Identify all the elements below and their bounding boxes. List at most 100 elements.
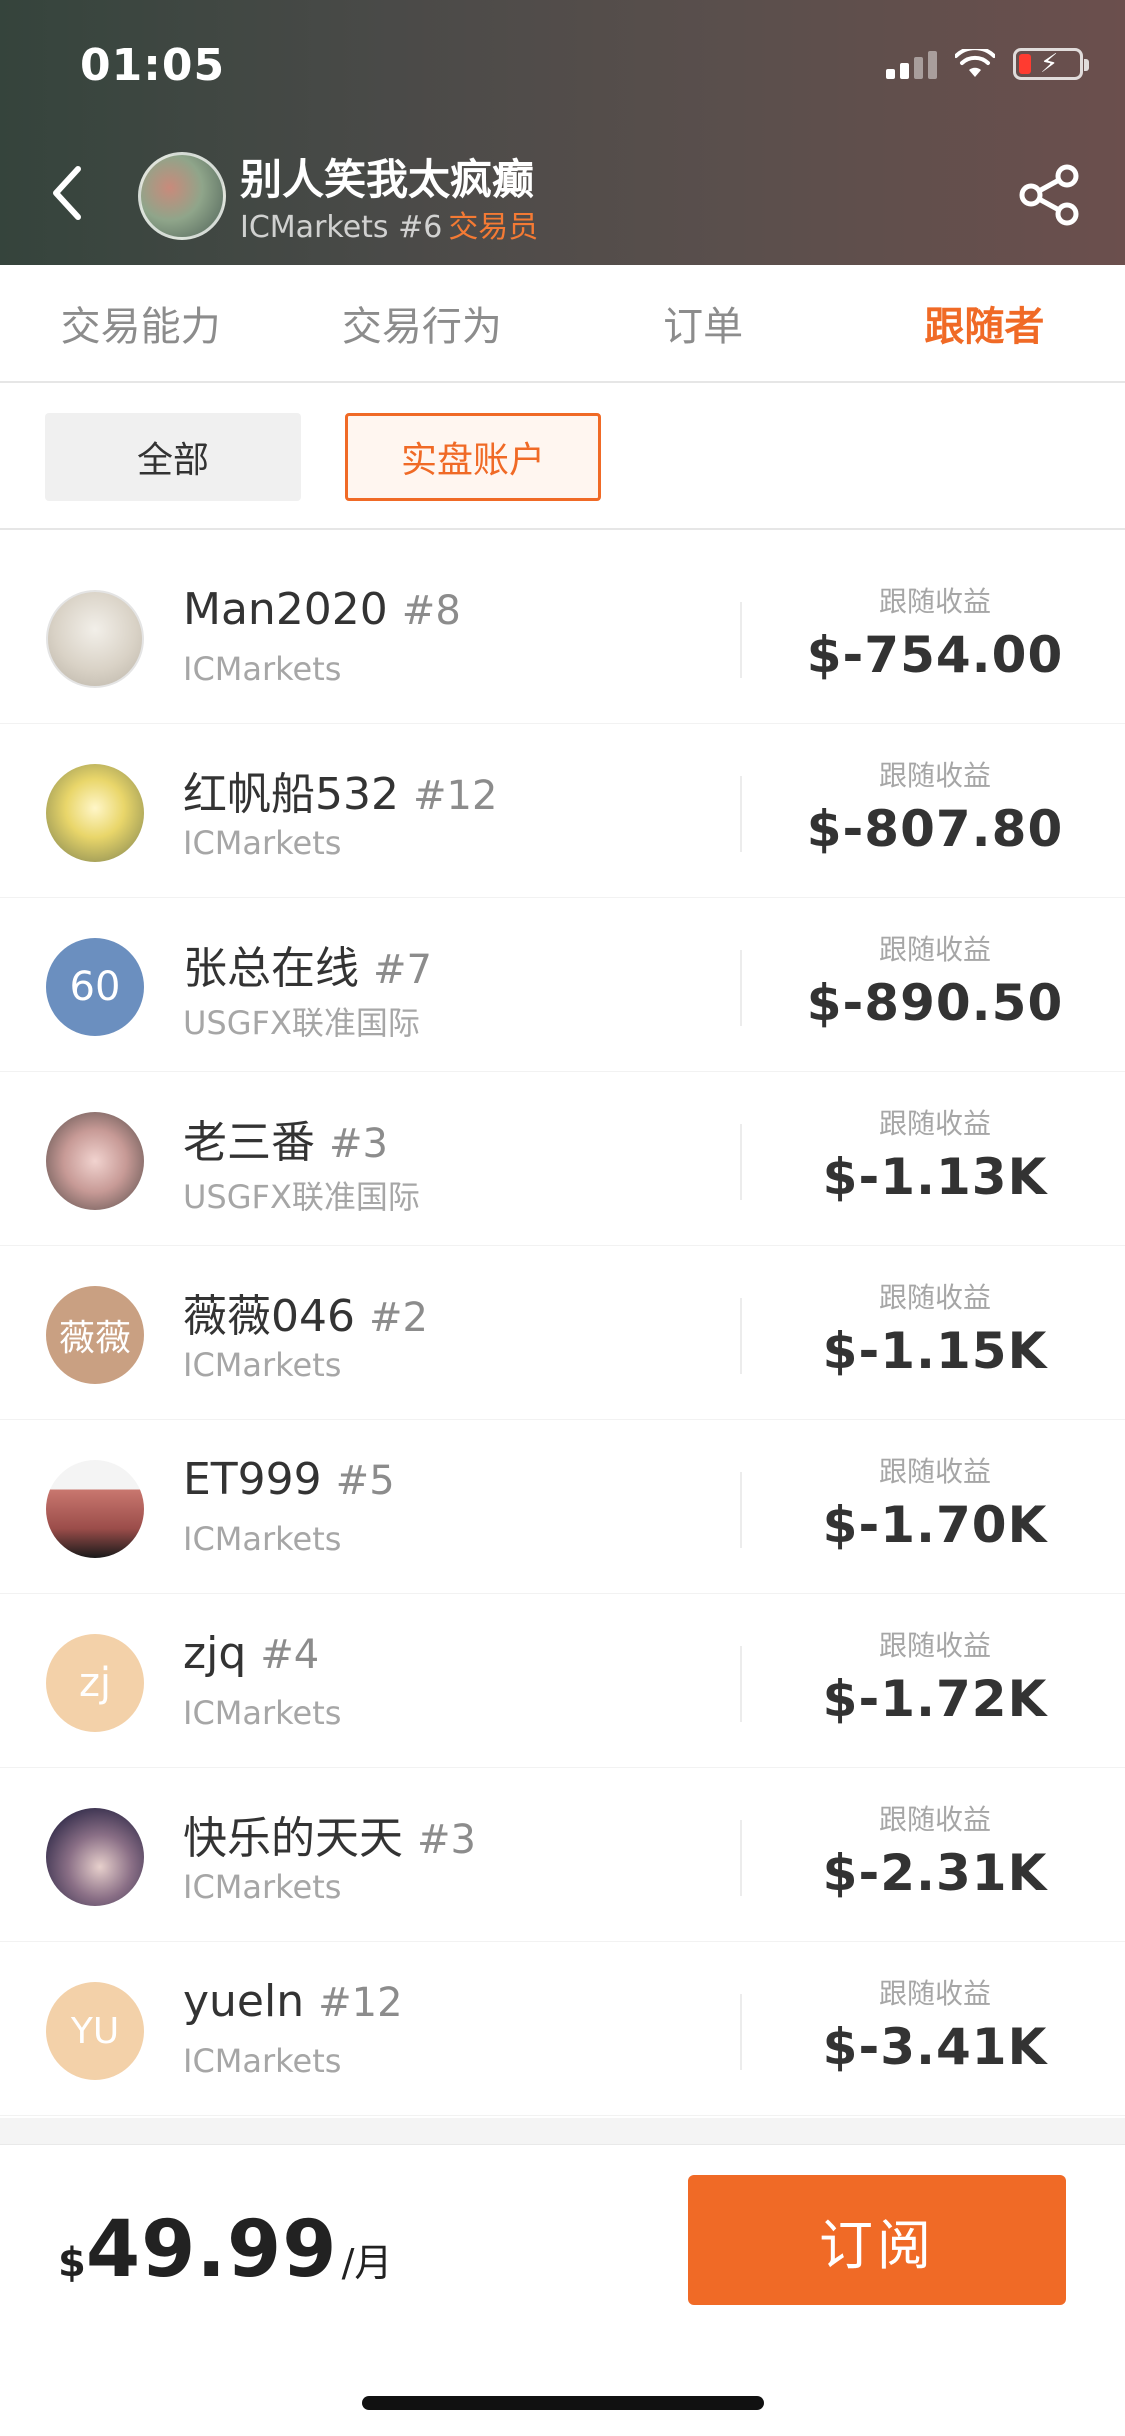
earn-label: 跟随收益 — [878, 1107, 991, 1140]
divider — [740, 1820, 742, 1896]
follower-name: zjq — [183, 1628, 247, 1679]
avatar — [46, 1460, 144, 1558]
avatar — [46, 590, 144, 688]
trader-broker-rank: ICMarkets #6 — [240, 210, 443, 245]
follower-broker: USGFX联准国际 — [183, 1004, 420, 1042]
back-button[interactable] — [36, 158, 96, 228]
earn-value: $-1.13K — [822, 1148, 1048, 1206]
trader-avatar[interactable] — [138, 152, 226, 240]
earn-value: $-807.80 — [806, 800, 1064, 858]
avatar — [46, 1112, 144, 1210]
list-item[interactable]: 红帆船532 #12 ICMarkets 跟随收益 $-807.80 — [0, 724, 1125, 898]
follower-name: 张总在线 — [183, 943, 359, 994]
list-item[interactable]: Man2020 #8 ICMarkets 跟随收益 $-754.00 — [0, 550, 1125, 724]
tab-orders[interactable]: 订单 — [563, 265, 844, 381]
earn-value: $-1.15K — [822, 1322, 1048, 1380]
divider — [740, 602, 742, 678]
follower-broker: USGFX联准国际 — [183, 1178, 420, 1216]
follower-broker: ICMarkets — [183, 2042, 342, 2080]
follower-broker: ICMarkets — [183, 1346, 342, 1384]
follower-rank: #5 — [335, 1458, 395, 1504]
tab-followers[interactable]: 跟随者 — [844, 265, 1125, 381]
follower-rank: #8 — [401, 588, 461, 634]
divider — [740, 1646, 742, 1722]
divider — [740, 1994, 742, 2070]
follower-broker: ICMarkets — [183, 824, 342, 862]
subscribe-button[interactable]: 订阅 — [688, 2175, 1066, 2305]
follower-rank: #7 — [373, 947, 432, 993]
earn-value: $-3.41K — [822, 2018, 1048, 2076]
earn-value: $-754.00 — [806, 626, 1064, 684]
avatar: zj — [46, 1634, 144, 1732]
subscription-price: $ 49.99 /月 — [58, 2205, 392, 2295]
follower-rank: #3 — [417, 1817, 476, 1863]
list-item[interactable]: 薇薇 薇薇046 #2 ICMarkets 跟随收益 $-1.15K — [0, 1246, 1125, 1420]
share-button[interactable] — [1015, 160, 1085, 230]
nav-row: 别人笑我太疯癫 ICMarkets #6 交易员 — [0, 140, 1125, 250]
tab-trading-ability[interactable]: 交易能力 — [0, 265, 281, 381]
status-bar: 01:05 ⚡ — [0, 0, 1125, 130]
follower-name: 薇薇046 — [183, 1291, 355, 1342]
earn-label: 跟随收益 — [878, 585, 991, 618]
filter-real-account-button[interactable]: 实盘账户 — [345, 413, 601, 501]
list-item[interactable]: 老三番 #3 USGFX联准国际 跟随收益 $-1.13K — [0, 1072, 1125, 1246]
signal-icon — [886, 49, 937, 79]
follower-rank: #12 — [412, 773, 498, 819]
earn-value: $-1.70K — [822, 1496, 1048, 1554]
earn-label: 跟随收益 — [878, 1281, 991, 1314]
avatar — [46, 764, 144, 862]
share-icon — [1019, 164, 1079, 226]
follower-rank: #12 — [318, 1980, 403, 2026]
divider — [740, 950, 742, 1026]
earn-label: 跟随收益 — [878, 933, 991, 966]
tab-trading-behavior[interactable]: 交易行为 — [281, 265, 562, 381]
filter-row: 全部 实盘账户 — [0, 385, 1125, 530]
earn-label: 跟随收益 — [878, 1803, 991, 1836]
list-item[interactable]: 快乐的天天 #3 ICMarkets 跟随收益 $-2.31K — [0, 1768, 1125, 1942]
follower-rank: #2 — [368, 1295, 428, 1341]
back-icon — [53, 166, 81, 220]
followers-list: Man2020 #8 ICMarkets 跟随收益 $-754.00 红帆船532… — [0, 550, 1125, 2116]
divider — [740, 1124, 742, 1200]
follower-broker: ICMarkets — [183, 1868, 342, 1906]
trader-role: 交易员 — [448, 210, 539, 245]
price-amount: 49.99 — [85, 2205, 338, 2295]
status-icons: ⚡ — [886, 48, 1089, 80]
avatar: YU — [46, 1982, 144, 2080]
earn-value: $-1.72K — [822, 1670, 1048, 1728]
follower-broker: ICMarkets — [183, 1520, 342, 1558]
subscription-bar: $ 49.99 /月 订阅 — [0, 2144, 1125, 2436]
profile-header: 01:05 ⚡ 别人笑我太疯癫 ICMarkets #6 交易员 — [0, 0, 1125, 265]
price-currency: $ — [58, 2240, 86, 2286]
follower-name: yueln — [183, 1976, 305, 2027]
list-end-gap — [0, 2118, 1125, 2144]
filter-all-button[interactable]: 全部 — [45, 413, 301, 501]
wifi-icon — [955, 49, 995, 77]
follower-name: ET999 — [183, 1454, 322, 1505]
trader-subtitle: ICMarkets #6 交易员 — [240, 202, 538, 246]
earn-label: 跟随收益 — [878, 1629, 991, 1662]
earn-label: 跟随收益 — [878, 1455, 991, 1488]
follower-name: 老三番 — [183, 1117, 315, 1168]
follower-name: 红帆船532 — [183, 769, 399, 820]
avatar: 薇薇 — [46, 1286, 144, 1384]
earn-label: 跟随收益 — [878, 759, 991, 792]
follower-name: Man2020 — [183, 584, 388, 635]
list-item[interactable]: 60 张总在线 #7 USGFX联准国际 跟随收益 $-890.50 — [0, 898, 1125, 1072]
earn-label: 跟随收益 — [878, 1977, 991, 2010]
divider — [740, 1298, 742, 1374]
home-indicator[interactable] — [362, 2396, 764, 2410]
list-item[interactable]: ET999 #5 ICMarkets 跟随收益 $-1.70K — [0, 1420, 1125, 1594]
earn-value: $-890.50 — [806, 974, 1064, 1032]
follower-rank: #4 — [260, 1632, 320, 1678]
follower-name: 快乐的天天 — [183, 1813, 403, 1864]
avatar — [46, 1808, 144, 1906]
tab-bar: 交易能力 交易行为 订单 跟随者 — [0, 265, 1125, 383]
avatar: 60 — [46, 938, 144, 1036]
price-period: /月 — [341, 2241, 393, 2285]
follower-broker: ICMarkets — [183, 1694, 342, 1732]
battery-icon: ⚡ — [1013, 48, 1089, 80]
list-item[interactable]: zj zjq #4 ICMarkets 跟随收益 $-1.72K — [0, 1594, 1125, 1768]
divider — [740, 776, 742, 852]
list-item[interactable]: YU yueln #12 ICMarkets 跟随收益 $-3.41K — [0, 1942, 1125, 2116]
